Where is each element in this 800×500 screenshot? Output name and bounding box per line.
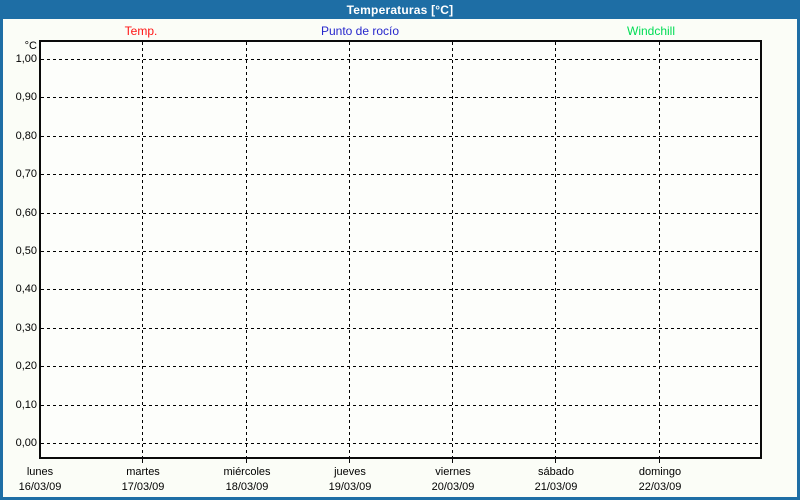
x-day-date: 21/03/09 bbox=[534, 481, 578, 493]
chart-content-area: Temp. Punto de rocío Windchill °C 1,00 0,90… bbox=[3, 19, 797, 497]
x-day-date: 19/03/09 bbox=[328, 481, 372, 493]
window-title-bar: Temperaturas [°C] bbox=[0, 0, 800, 19]
day-boundary-gridline bbox=[452, 42, 453, 457]
y-gridline bbox=[41, 97, 760, 98]
y-gridline bbox=[41, 251, 760, 252]
y-tick-label: 0,90 bbox=[15, 91, 37, 103]
legend-item-windchill: Windchill bbox=[626, 24, 676, 38]
y-gridline bbox=[41, 443, 760, 444]
chart-window: Temperaturas [°C] Temp. Punto de rocío Win… bbox=[0, 0, 800, 500]
day-boundary-gridline bbox=[555, 42, 556, 457]
x-axis-tick bbox=[452, 458, 453, 463]
y-gridline bbox=[41, 366, 760, 367]
y-gridline bbox=[41, 136, 760, 137]
y-tick-label: 0,30 bbox=[15, 322, 37, 334]
x-day-date: 16/03/09 bbox=[18, 481, 62, 493]
y-tick-label: 0,70 bbox=[15, 168, 37, 180]
y-tick-label: 0,60 bbox=[15, 207, 37, 219]
window-title: Temperaturas [°C] bbox=[346, 2, 454, 17]
x-axis-tick bbox=[142, 458, 143, 463]
y-tick-label: 0,20 bbox=[15, 360, 37, 372]
y-axis-unit-label: °C bbox=[24, 40, 37, 52]
x-day-date: 17/03/09 bbox=[121, 481, 165, 493]
y-gridline bbox=[41, 289, 760, 290]
y-gridline bbox=[41, 213, 760, 214]
day-boundary-gridline bbox=[246, 42, 247, 457]
y-tick-label: 0,40 bbox=[15, 283, 37, 295]
x-day-date: 20/03/09 bbox=[431, 481, 475, 493]
y-tick-label: 0,80 bbox=[15, 130, 37, 142]
x-day-name: sábado bbox=[537, 466, 575, 478]
y-gridline bbox=[41, 328, 760, 329]
x-axis-tick bbox=[555, 458, 556, 463]
legend-item-temp-: Temp. bbox=[124, 24, 158, 38]
day-boundary-gridline bbox=[659, 42, 660, 457]
x-day-name: viernes bbox=[435, 466, 471, 478]
y-tick-label: 0,50 bbox=[15, 245, 37, 257]
day-boundary-gridline bbox=[349, 42, 350, 457]
x-axis-tick bbox=[349, 458, 350, 463]
y-gridline bbox=[41, 405, 760, 406]
x-day-name: domingo bbox=[638, 466, 682, 478]
x-day-name: jueves bbox=[334, 466, 366, 478]
plot-area bbox=[39, 40, 762, 459]
x-day-date: 18/03/09 bbox=[225, 481, 269, 493]
x-day-name: miércoles bbox=[223, 466, 271, 478]
x-day-name: lunes bbox=[26, 466, 54, 478]
y-tick-label: 0,10 bbox=[15, 399, 37, 411]
x-day-date: 22/03/09 bbox=[638, 481, 682, 493]
y-gridline bbox=[41, 59, 760, 60]
x-day-name: martes bbox=[126, 466, 160, 478]
y-tick-label: 1,00 bbox=[15, 53, 37, 65]
x-axis-tick bbox=[659, 458, 660, 463]
legend-item-punto-de-roc-o: Punto de rocío bbox=[320, 24, 400, 38]
y-tick-label: 0,00 bbox=[15, 437, 37, 449]
day-boundary-gridline bbox=[142, 42, 143, 457]
y-gridline bbox=[41, 174, 760, 175]
x-axis-tick bbox=[246, 458, 247, 463]
